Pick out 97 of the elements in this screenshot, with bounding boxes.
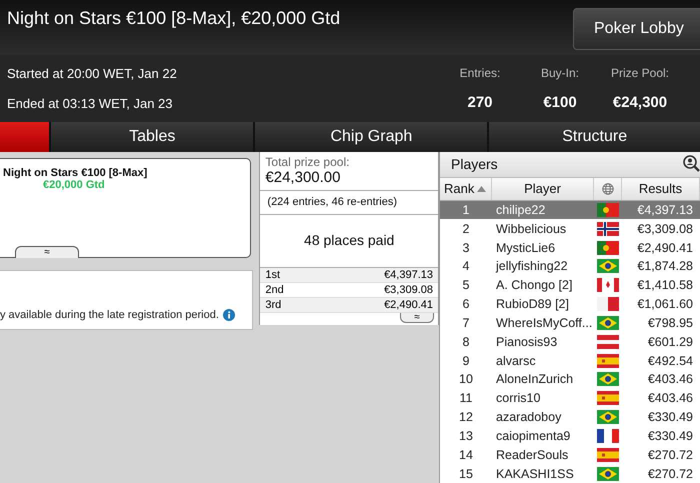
column-header[interactable]: Rank <box>440 178 492 200</box>
result-cell-text: €4,397.13 <box>636 202 694 217</box>
player-name: azaradoboy <box>495 410 562 424</box>
column-header[interactable]: Player <box>492 178 594 200</box>
player-name: Pianosis93 <box>495 334 558 349</box>
stat-value: €100 <box>543 94 577 111</box>
result-cell-text: €1,874.28 <box>636 259 694 274</box>
flag-icon <box>597 410 619 424</box>
result-cell-text: €601.29 <box>646 334 694 349</box>
result-cell-text: €403.46 <box>646 391 694 406</box>
flag-icon <box>597 316 619 330</box>
players-title: Players <box>450 156 498 172</box>
result-cell-text: €3,309.08 <box>636 222 694 236</box>
result-cell-text: €403.46 <box>646 372 694 386</box>
total-prize-value: €24,300.00 <box>265 169 342 186</box>
rank-cell-text: 2 <box>462 222 470 236</box>
flag-icon <box>597 222 619 236</box>
rank-cell-text: 3 <box>462 240 470 255</box>
result-cell-text: €270.72 <box>646 448 694 462</box>
place-cell: 2nd <box>265 284 284 296</box>
flag-icon <box>597 202 619 217</box>
player-name: alvarsc <box>495 354 537 368</box>
stat-value: 270 <box>467 94 493 111</box>
end-time: Ended at 03:13 WET, Jan 23 <box>7 96 174 111</box>
player-name: corris10 <box>495 391 542 406</box>
rank-cell-text: 14 <box>458 448 474 462</box>
info-icon <box>222 309 235 321</box>
flag-icon <box>597 391 619 406</box>
rank-cell-text: 8 <box>462 334 470 349</box>
registration-note: y available during the late registration period. <box>0 309 219 321</box>
places-paid-text: 48 places paid <box>304 232 394 248</box>
rank-cell-text: 9 <box>462 354 470 368</box>
search-icon[interactable] <box>682 155 700 174</box>
player-name: chilipe22 <box>495 202 546 217</box>
player-name: Wibbelicious <box>495 222 568 236</box>
tab[interactable]: Structure <box>489 122 700 152</box>
stat-value: €24,300 <box>612 94 668 111</box>
tab[interactable]: Chip Graph <box>255 122 488 152</box>
flag-icon <box>597 240 619 255</box>
amount-cell: €2,490.41 <box>384 299 433 311</box>
result-cell-text: €798.95 <box>646 316 694 330</box>
flag-icon <box>597 278 619 292</box>
flag-icon <box>597 297 619 312</box>
player-name: KAKASHI1SS <box>495 466 575 481</box>
globe-icon[interactable] <box>602 182 614 195</box>
player-name: caiopimenta9 <box>495 428 572 443</box>
rank-cell-text: 10 <box>458 372 474 386</box>
player-name: A. Chongo [2] <box>495 278 574 292</box>
total-prize-label: Total prize pool: <box>265 155 350 169</box>
flag-icon <box>597 466 619 481</box>
poker-lobby-button[interactable]: Poker Lobby <box>573 8 700 50</box>
player-name: WhereIsMyCoff... <box>495 316 594 330</box>
player-name: AloneInZurich <box>495 372 574 386</box>
amount-cell: €4,397.13 <box>384 269 433 281</box>
rank-cell-text: 6 <box>462 297 470 312</box>
player-name: ReaderSouls <box>495 448 570 462</box>
rank-cell-text: 13 <box>458 428 474 443</box>
player-name: RubioD89 [2] <box>495 297 570 312</box>
flag-icon <box>597 259 619 274</box>
amount-cell: €3,309.08 <box>384 284 433 296</box>
result-cell-text: €1,061.60 <box>636 297 694 312</box>
flag-icon <box>597 448 619 462</box>
window-title: Night on Stars €100 [8-Max], €20,000 Gtd <box>6 7 340 29</box>
rank-cell-text: 11 <box>458 391 474 406</box>
rank-cell-text: 5 <box>462 278 470 292</box>
place-cell: 3rd <box>265 299 282 311</box>
stat-label: Entries: <box>460 66 500 80</box>
rank-cell-text: 15 <box>458 466 474 481</box>
rank-cell-text: 4 <box>462 259 470 274</box>
player-name: jellyfishing22 <box>494 259 569 274</box>
rank-cell-text: 12 <box>458 410 474 424</box>
result-cell-text: €270.72 <box>646 466 694 481</box>
expand-button[interactable]: ≈ <box>400 313 434 323</box>
result-cell-text: €330.49 <box>646 410 694 424</box>
stat-label: Buy-In: <box>540 66 579 80</box>
tab[interactable]: Tables <box>51 122 254 152</box>
sort-icon <box>477 186 486 192</box>
stat-label: Prize Pool: <box>610 66 670 80</box>
flag-icon <box>597 334 619 349</box>
result-cell-text: €330.49 <box>646 428 694 443</box>
flag-icon <box>597 372 619 386</box>
result-cell-text: €492.54 <box>646 354 694 368</box>
rank-cell-text: 7 <box>462 316 470 330</box>
column-header[interactable]: Results <box>622 178 700 200</box>
result-cell-text: €1,410.58 <box>636 278 694 292</box>
guarantee-text: €20,000 Gtd <box>42 179 106 191</box>
result-cell-text: €2,490.41 <box>636 240 694 255</box>
flag-icon <box>597 428 619 443</box>
place-cell: 1st <box>265 269 280 281</box>
player-name: MysticLie6 <box>495 240 556 255</box>
entries-text: (224 entries, 46 re-entries) <box>267 196 398 208</box>
flag-icon <box>597 354 619 368</box>
start-time: Started at 20:00 WET, Jan 22 <box>7 66 178 82</box>
player-row[interactable]: 1 chilipe22 €4,397.13 <box>440 200 700 220</box>
tournament-name: Night on Stars €100 [8-Max] <box>3 167 148 179</box>
rank-cell-text: 1 <box>462 202 470 217</box>
collapse-button[interactable]: ≈ <box>15 246 79 258</box>
